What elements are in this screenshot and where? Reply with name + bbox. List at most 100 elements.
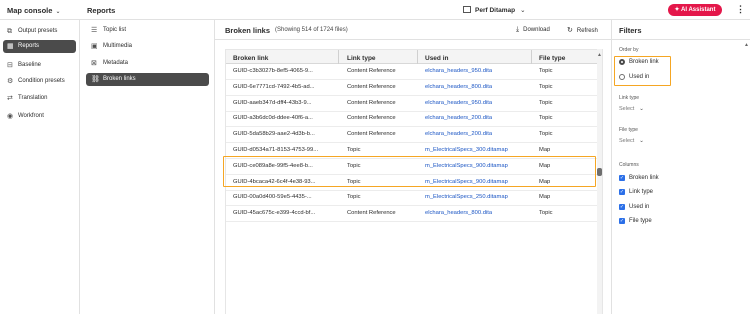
checkbox-checked[interactable]: ✓ bbox=[619, 189, 625, 195]
download-button[interactable]: ⤓ Download bbox=[516, 26, 550, 34]
cell-link-type: Content Reference bbox=[347, 83, 396, 90]
baseline-icon: ⊟ bbox=[7, 62, 13, 69]
table-row[interactable]: GUID-00a0d400-59e5-4435-... Topic m_Electr… bbox=[226, 191, 602, 207]
checkbox-label: Broken link bbox=[629, 175, 659, 181]
cell-broken-link: GUID-c3b3027b-8ef5-4065-9... bbox=[233, 68, 313, 74]
chevron-down-icon: ⌄ bbox=[55, 9, 61, 15]
filters-panel: Filters ▲ Order by Broken link Used in L… bbox=[611, 20, 750, 314]
radio-label: Used in bbox=[629, 74, 650, 80]
nav-item-output-presets[interactable]: ⧉ Output presets bbox=[3, 25, 76, 38]
table-row[interactable]: GUID-aaeb347d-dff4-43b3-9... Content Refe… bbox=[226, 97, 602, 112]
column-header-broken-link[interactable]: Broken link bbox=[233, 50, 268, 64]
column-divider[interactable] bbox=[531, 50, 532, 64]
column-checkbox-used-in[interactable]: ✓ Used in bbox=[619, 202, 649, 212]
table-row[interactable]: GUID-45ac675c-e399-4ccd-bf... Content Ref… bbox=[226, 207, 602, 223]
map-console-dropdown[interactable]: Map console ⌄ bbox=[7, 6, 60, 15]
list-icon: ☰ bbox=[91, 27, 98, 34]
cell-link-type: Content Reference bbox=[347, 210, 396, 217]
order-option-used-in[interactable]: Used in bbox=[619, 72, 649, 82]
cell-broken-link: GUID-aaeb347d-dff4-43b3-9... bbox=[233, 99, 312, 106]
refresh-icon: ↻ bbox=[567, 27, 573, 34]
divider bbox=[215, 39, 611, 40]
nav-item-reports[interactable]: ▦ Reports bbox=[3, 40, 76, 53]
cell-broken-link: GUID-a3b6dc0d-ddee-40f6-a... bbox=[233, 115, 313, 122]
download-icon: ⤓ bbox=[516, 26, 520, 33]
table-row[interactable]: GUID-c3b3027b-8ef5-4065-9... Content Refe… bbox=[226, 65, 602, 80]
chevron-down-icon: ⌄ bbox=[639, 106, 644, 112]
nav-item-translation[interactable]: ⇄ Translation bbox=[3, 92, 76, 105]
order-option-broken-link[interactable]: Broken link bbox=[619, 57, 659, 67]
table-scrollbar[interactable] bbox=[597, 49, 602, 314]
link-type-select[interactable]: Select ⌄ bbox=[619, 106, 644, 112]
checkbox-checked[interactable]: ✓ bbox=[619, 175, 625, 181]
select-value: Select bbox=[619, 106, 635, 112]
filters-title: Filters bbox=[619, 26, 642, 35]
metadata-icon: ⊠ bbox=[91, 60, 97, 67]
highlight-box bbox=[223, 156, 596, 187]
nav-item-label: Output presets bbox=[18, 28, 58, 34]
table-header: Broken link Link type Used in File type bbox=[226, 50, 602, 64]
ai-assistant-label: AI Assistant bbox=[681, 7, 716, 13]
ditamap-icon bbox=[463, 6, 471, 13]
output-icon: ⧉ bbox=[7, 28, 12, 35]
cell-file-type: Topic bbox=[539, 99, 553, 106]
column-header-file-type[interactable]: File type bbox=[539, 50, 565, 64]
subnav-item-topic-list[interactable]: ☰ Topic list bbox=[86, 24, 209, 37]
file-type-select[interactable]: Select ⌄ bbox=[619, 138, 644, 144]
checkbox-checked[interactable]: ✓ bbox=[619, 218, 625, 224]
order-by-label: Order by bbox=[619, 47, 639, 53]
scrollbar-thumb[interactable] bbox=[597, 168, 602, 176]
map-selector[interactable]: Perf Ditamap ⌄ bbox=[463, 6, 526, 14]
cell-broken-link: GUID-45ac675c-e399-4ccd-bf... bbox=[233, 210, 316, 217]
column-checkbox-link-type[interactable]: ✓ Link type bbox=[619, 187, 653, 197]
download-label: Download bbox=[523, 27, 550, 33]
column-header-link-type[interactable]: Link type bbox=[347, 50, 376, 64]
cell-used-in[interactable]: elchara_headers_800.dita bbox=[425, 207, 492, 222]
file-count: (Showing 514 of 1724 files) bbox=[275, 27, 348, 33]
scroll-up-icon[interactable]: ▲ bbox=[597, 52, 602, 58]
column-divider[interactable] bbox=[338, 50, 339, 64]
select-value: Select bbox=[619, 138, 635, 144]
nav-item-label: Reports bbox=[18, 43, 40, 49]
nav-item-baseline[interactable]: ⊟ Baseline bbox=[3, 59, 76, 72]
checkbox-checked[interactable]: ✓ bbox=[619, 204, 625, 210]
cell-used-in[interactable]: elchara_headers_800.dita bbox=[425, 81, 492, 96]
page-title: Broken links bbox=[225, 26, 271, 35]
column-header-used-in[interactable]: Used in bbox=[425, 50, 448, 64]
file-type-label: File type bbox=[619, 127, 638, 133]
cell-used-in[interactable]: elchara_headers_200.dita bbox=[425, 128, 492, 143]
multimedia-icon: ▣ bbox=[91, 43, 98, 50]
reports-icon: ▦ bbox=[7, 43, 14, 50]
radio-unselected[interactable] bbox=[619, 74, 625, 80]
cell-used-in[interactable]: elchara_headers_200.dita bbox=[425, 112, 492, 127]
left-nav: ⧉ Output presets ▦ Reports ⊟ Baseline ⚙ Cond… bbox=[0, 20, 80, 314]
column-divider[interactable] bbox=[417, 50, 418, 64]
chevron-down-icon: ⌄ bbox=[639, 138, 644, 144]
cell-broken-link: GUID-5da58b29-aae2-4d3b-b... bbox=[233, 131, 315, 138]
column-checkbox-broken-link[interactable]: ✓ Broken link bbox=[619, 173, 659, 183]
cell-used-in[interactable]: elchara_headers_950.dita bbox=[425, 97, 492, 112]
cell-file-type: Topic bbox=[539, 115, 553, 122]
divider bbox=[612, 39, 750, 40]
table-row[interactable]: GUID-6e7771cd-7492-4b5-ad... Content Refe… bbox=[226, 81, 602, 96]
subnav-item-label: Multimedia bbox=[103, 43, 133, 49]
subnav-item-broken-links[interactable]: ⛓ Broken links bbox=[86, 73, 209, 86]
table-row[interactable]: GUID-5da58b29-aae2-4d3b-b... Content Refe… bbox=[226, 128, 602, 144]
subnav-item-metadata[interactable]: ⊠ Metadata bbox=[86, 57, 209, 70]
nav-item-label: Workfront bbox=[18, 113, 44, 119]
ai-assistant-button[interactable]: ✦ AI Assistant bbox=[668, 4, 722, 16]
nav-item-condition-presets[interactable]: ⚙ Condition presets bbox=[3, 75, 76, 88]
chevron-down-icon: ⌄ bbox=[520, 7, 526, 14]
more-options-icon[interactable]: ⋮ bbox=[736, 4, 745, 14]
subnav-item-multimedia[interactable]: ▣ Multimedia bbox=[86, 40, 209, 53]
subnav-item-label: Broken links bbox=[103, 76, 136, 82]
cell-used-in[interactable]: m_ElectricalSpecs_250.ditamap bbox=[425, 191, 508, 206]
column-checkbox-file-type[interactable]: ✓ File type bbox=[619, 216, 652, 226]
cell-used-in[interactable]: elchara_headers_950.dita bbox=[425, 65, 492, 80]
table-row[interactable]: GUID-a3b6dc0d-ddee-40f6-a... Content Refe… bbox=[226, 112, 602, 128]
radio-selected[interactable] bbox=[619, 59, 625, 65]
radio-label: Broken link bbox=[629, 59, 659, 65]
scroll-up-icon[interactable]: ▲ bbox=[744, 42, 749, 48]
nav-item-workfront[interactable]: ◉ Workfront bbox=[3, 110, 76, 123]
refresh-button[interactable]: ↻ Refresh bbox=[567, 26, 598, 34]
